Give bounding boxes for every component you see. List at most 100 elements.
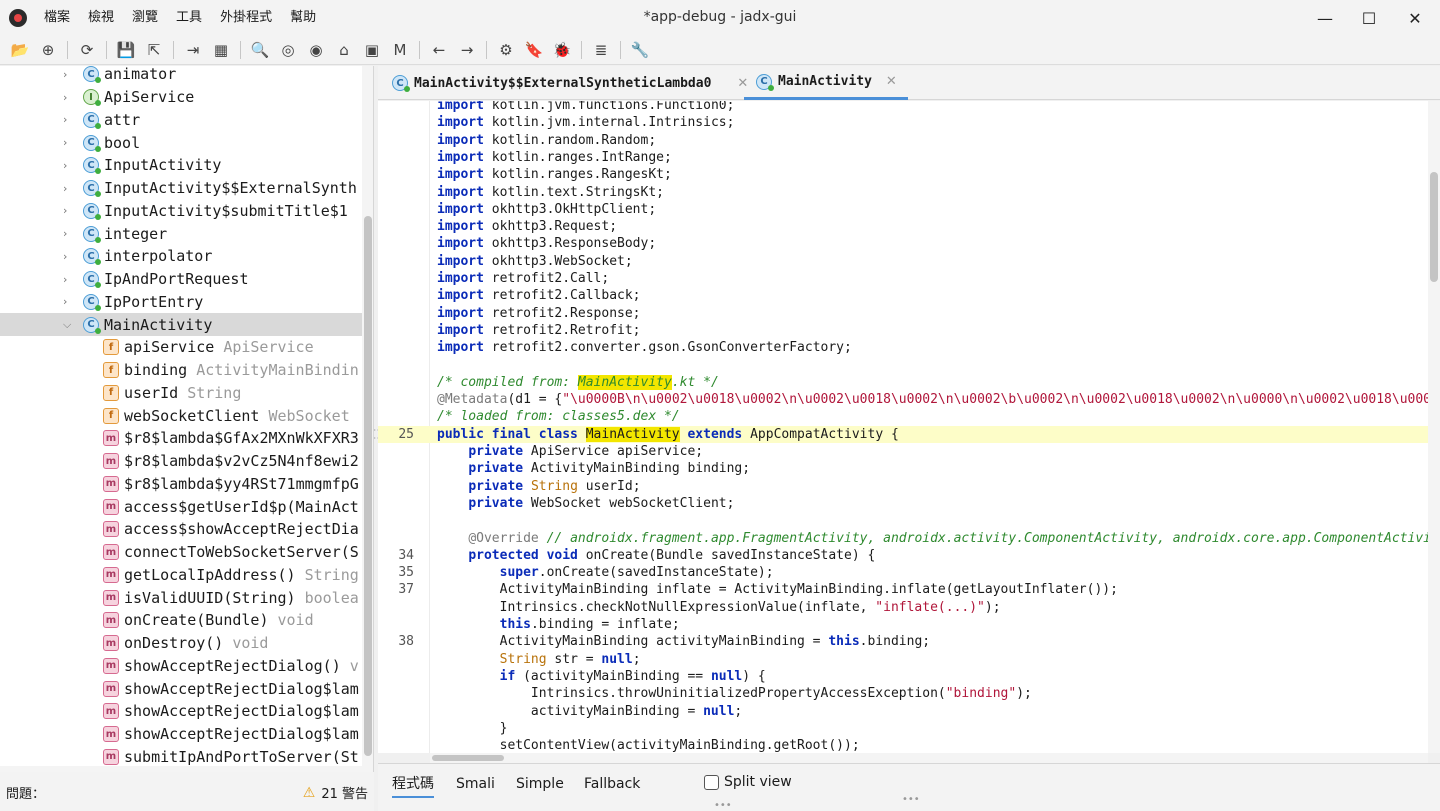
save-icon[interactable]: 💾 — [114, 39, 138, 61]
code-line[interactable]: @Metadata(d1 = {"\u0000B\n\u0002\u0018\u… — [378, 391, 1428, 408]
code-line[interactable]: String str = null; — [378, 651, 1428, 668]
code-line[interactable]: /* loaded from: classes5.dex */ — [378, 408, 1428, 425]
menu-item[interactable]: 工具 — [167, 0, 211, 36]
tree-item[interactable]: m submitIpAndPortToServer(St — [0, 746, 362, 769]
chevron-right-icon[interactable]: › — [63, 182, 75, 195]
export-icon[interactable]: ⇱ — [142, 39, 166, 61]
code-editor[interactable]: import kotlin.jvm.functions.Function0; im… — [378, 101, 1428, 753]
tab-lambda[interactable]: C MainActivity$$ExternalSyntheticLambda0… — [392, 66, 748, 100]
tree-item[interactable]: f webSocketClient WebSocket — [0, 404, 362, 427]
code-line[interactable]: import kotlin.ranges.RangesKt; — [378, 166, 1428, 183]
editor-vertical-scrollbar-thumb[interactable] — [1430, 172, 1438, 282]
tree-item[interactable]: m isValidUUID(String) boolea — [0, 586, 362, 609]
tree-item[interactable]: › Cattr — [0, 109, 362, 132]
tree-item[interactable]: f binding ActivityMainBindin — [0, 359, 362, 382]
code-line[interactable]: Intrinsics.checkNotNullExpressionValue(i… — [378, 599, 1428, 616]
open-folder-icon[interactable]: 📂 — [8, 39, 32, 61]
tree-item[interactable]: m access$showAcceptRejectDia — [0, 518, 362, 541]
editor-horizontal-scrollbar[interactable] — [430, 753, 1428, 763]
tree-item[interactable]: m showAcceptRejectDialog() v — [0, 655, 362, 678]
code-line[interactable]: private ActivityMainBinding binding; — [378, 460, 1428, 477]
bookmark-icon[interactable]: 🔖 — [522, 39, 546, 61]
code-line[interactable]: import okhttp3.Request; — [378, 218, 1428, 235]
warnings-indicator[interactable]: ⚠ 21 警告 — [303, 783, 368, 803]
menu-item[interactable]: 幫助 — [281, 0, 325, 36]
code-line[interactable] — [378, 512, 1428, 529]
class-tree[interactable]: › Canimator › I ApiService › Cattr › Cbool › C Inpu… — [0, 66, 374, 772]
minimize-button[interactable]: — — [1302, 0, 1348, 36]
home-icon[interactable]: ⌂ — [332, 39, 356, 61]
tree-item[interactable]: › I ApiService — [0, 86, 362, 109]
back-arrow-icon[interactable]: ← — [427, 39, 451, 61]
code-line[interactable]: import kotlin.random.Random; — [378, 132, 1428, 149]
menu-item[interactable]: 檢視 — [79, 0, 123, 36]
menu-item[interactable]: 檔案 — [35, 0, 79, 36]
chevron-right-icon[interactable]: › — [63, 91, 75, 104]
code-line[interactable]: import okhttp3.OkHttpClient; — [378, 201, 1428, 218]
code-line[interactable]: import retrofit2.Call; — [378, 270, 1428, 287]
code-line[interactable]: import kotlin.ranges.IntRange; — [378, 149, 1428, 166]
chevron-right-icon[interactable]: › — [63, 273, 75, 286]
tree-item[interactable]: › Canimator — [0, 66, 362, 86]
chevron-right-icon[interactable]: › — [63, 113, 75, 126]
code-line[interactable]: if (activityMainBinding == null) { — [378, 668, 1428, 685]
tree-item[interactable]: m $r8$lambda$yy4RSt71mmgmfpG — [0, 473, 362, 496]
tree-item[interactable]: m showAcceptRejectDialog$lam — [0, 677, 362, 700]
code-view-icon[interactable]: ▣ — [360, 39, 384, 61]
flatten-packages-icon[interactable]: ▦ — [209, 39, 233, 61]
tree-scrollbar-thumb[interactable] — [364, 216, 372, 756]
tab-mainactivity[interactable]: C MainActivity ✕ — [744, 66, 908, 100]
tree-item[interactable]: m access$getUserId$p(MainAct — [0, 495, 362, 518]
find-usage-icon[interactable]: ◉ — [304, 39, 328, 61]
code-line[interactable]: 37 ActivityMainBinding inflate = Activit… — [378, 581, 1428, 598]
code-line[interactable]: import okhttp3.ResponseBody; — [378, 235, 1428, 252]
tree-item[interactable]: f apiService ApiService — [0, 336, 362, 359]
log-icon[interactable]: ≣ — [589, 39, 613, 61]
tree-item[interactable]: › C IpPortEntry — [0, 291, 362, 314]
tab-simple[interactable]: Simple — [516, 774, 564, 798]
preferences-wrench-icon[interactable]: 🔧 — [628, 39, 652, 61]
code-line[interactable]: Intrinsics.throwUninitializedPropertyAcc… — [378, 685, 1428, 702]
editor-horizontal-scrollbar-thumb[interactable] — [432, 755, 504, 761]
code-line[interactable]: activityMainBinding = null; — [378, 703, 1428, 720]
tree-item[interactable]: m $r8$lambda$v2vCz5N4nf8ewi2 — [0, 450, 362, 473]
tree-item[interactable]: m showAcceptRejectDialog$lam — [0, 723, 362, 746]
maximize-button[interactable]: ☐ — [1346, 0, 1392, 36]
tree-item[interactable]: › Cbool — [0, 131, 362, 154]
code-line[interactable]: import retrofit2.Response; — [378, 305, 1428, 322]
tree-item[interactable]: m onDestroy() void — [0, 632, 362, 655]
tree-item[interactable]: › C IpAndPortRequest — [0, 268, 362, 291]
code-line[interactable]: @Override // androidx.fragment.app.Fragm… — [378, 530, 1428, 547]
code-line[interactable]: setContentView(activityMainBinding.getRo… — [378, 737, 1428, 753]
tab-smali[interactable]: Smali — [456, 774, 495, 798]
chevron-right-icon[interactable]: › — [63, 68, 75, 81]
tab-fallback[interactable]: Fallback — [584, 774, 640, 798]
sync-tree-icon[interactable]: ⇥ — [181, 39, 205, 61]
split-view-checkbox[interactable] — [704, 775, 719, 790]
code-line[interactable]: 38 ActivityMainBinding activityMainBindi… — [378, 633, 1428, 650]
menu-item[interactable]: 瀏覽 — [123, 0, 167, 36]
tab-close-icon[interactable]: ✕ — [886, 74, 897, 89]
forward-arrow-icon[interactable]: → — [455, 39, 479, 61]
tree-item[interactable]: m onCreate(Bundle) void — [0, 609, 362, 632]
code-line[interactable]: 25 public final class MainActivity extend… — [378, 425, 1428, 443]
code-line[interactable]: /* compiled from: MainActivity.kt */ — [378, 374, 1428, 391]
tree-item[interactable]: m showAcceptRejectDialog$lam — [0, 700, 362, 723]
code-line[interactable] — [378, 357, 1428, 374]
find-class-icon[interactable]: ◎ — [276, 39, 300, 61]
deobfuscate-icon[interactable]: ⚙ — [494, 39, 518, 61]
chevron-right-icon[interactable]: › — [63, 159, 75, 172]
chevron-right-icon[interactable]: › — [63, 295, 75, 308]
tree-item[interactable]: m getLocalIpAddress() String — [0, 564, 362, 587]
smali-icon[interactable]: M — [388, 39, 412, 61]
search-icon[interactable]: 🔍 — [248, 39, 272, 61]
tree-item[interactable]: › C InputActivity — [0, 154, 362, 177]
code-line[interactable]: private String userId; — [378, 478, 1428, 495]
chevron-right-icon[interactable]: › — [63, 136, 75, 149]
tree-item[interactable]: › Cinterpolator — [0, 245, 362, 268]
code-line[interactable]: import kotlin.text.StringsKt; — [378, 184, 1428, 201]
tab-code[interactable]: 程式碼 — [392, 774, 434, 798]
chevron-right-icon[interactable]: › — [63, 204, 75, 217]
code-line[interactable]: this.binding = inflate; — [378, 616, 1428, 633]
code-line[interactable]: 34 protected void onCreate(Bundle savedI… — [378, 547, 1428, 564]
